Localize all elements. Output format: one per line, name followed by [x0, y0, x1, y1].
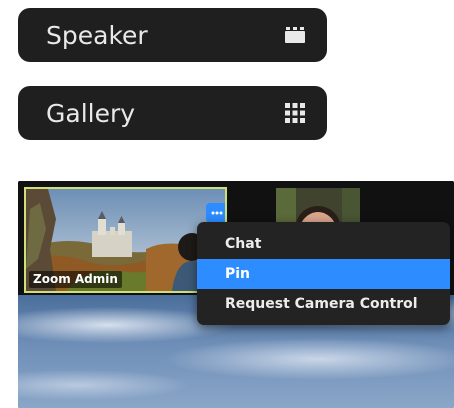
speaker-view-button[interactable]: Speaker	[18, 8, 327, 62]
participant-context-menu: Chat Pin Request Camera Control	[197, 222, 450, 325]
ellipsis-icon	[211, 211, 223, 215]
speaker-view-label: Speaker	[46, 20, 148, 50]
menu-item-chat[interactable]: Chat	[197, 229, 450, 259]
speaker-view-icon	[285, 27, 305, 43]
menu-item-pin[interactable]: Pin	[197, 259, 450, 289]
gallery-view-label: Gallery	[46, 98, 136, 128]
menu-item-request-camera-control[interactable]: Request Camera Control	[197, 289, 450, 319]
more-options-button[interactable]	[206, 203, 225, 223]
gallery-view-button[interactable]: Gallery	[18, 86, 327, 140]
participant-name-tag: Zoom Admin	[29, 271, 122, 288]
gallery-grid-icon	[285, 103, 305, 123]
